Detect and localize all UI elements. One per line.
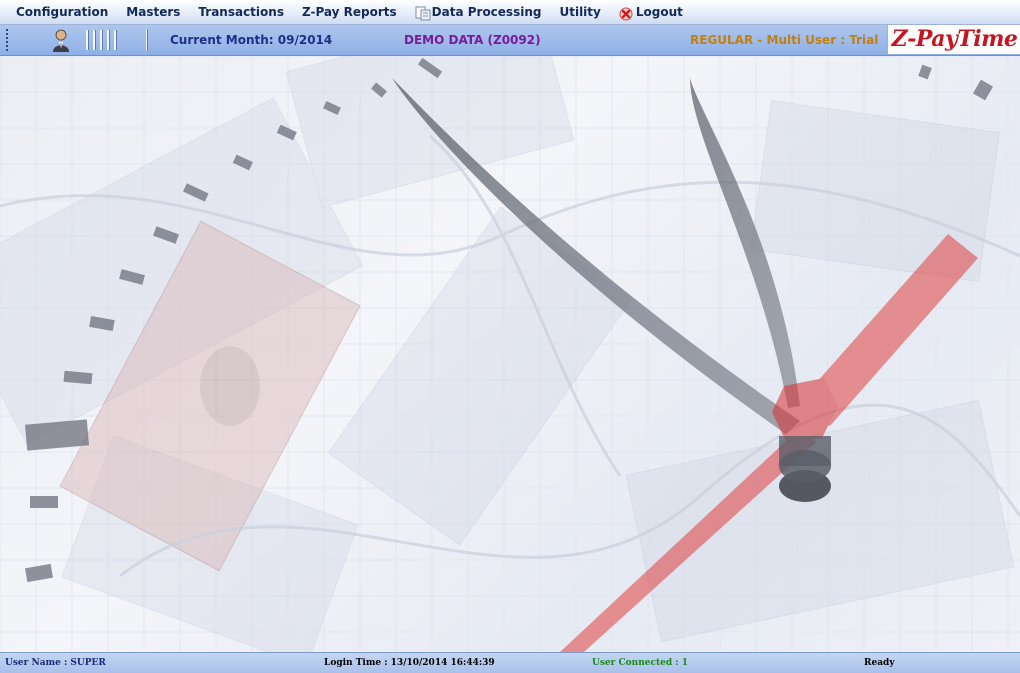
- menu-logout-label: Logout: [635, 5, 683, 19]
- menu-transactions-label: Transactions: [198, 5, 284, 19]
- brand-logo: Z-PayTime: [887, 25, 1020, 54]
- current-month-label: Current Month: 09/2014: [170, 33, 333, 47]
- user-avatar-icon[interactable]: [50, 28, 72, 52]
- menu-z-pay-reports[interactable]: Z-Pay Reports: [293, 0, 406, 24]
- status-ready: Ready: [864, 658, 895, 668]
- info-bar: Current Month: 09/2014 DEMO DATA (Z0092)…: [0, 25, 1020, 56]
- status-user-connected: User Connected : 1: [592, 658, 689, 668]
- main-background: [0, 56, 1020, 652]
- status-user-name: User Name : SUPER: [5, 658, 106, 668]
- menu-data-processing-label: Data Processing: [431, 5, 542, 19]
- status-login-time: Login Time : 13/10/2014 16:44:39: [324, 658, 495, 668]
- toolbar-separator: [146, 29, 148, 51]
- clock-money-illustration: [0, 56, 1020, 652]
- data-processing-icon: [415, 5, 431, 21]
- menu-utility[interactable]: Utility: [550, 0, 609, 24]
- menu-configuration-label: Configuration: [16, 5, 109, 19]
- menu-masters-label: Masters: [126, 5, 181, 19]
- logout-x-icon: [619, 5, 633, 21]
- menu-transactions[interactable]: Transactions: [189, 0, 293, 24]
- menu-masters[interactable]: Masters: [117, 0, 189, 24]
- menu-data-processing[interactable]: Data Processing: [406, 0, 551, 24]
- menu-configuration[interactable]: Configuration: [0, 0, 117, 24]
- menu-z-pay-reports-label: Z-Pay Reports: [301, 5, 397, 19]
- license-label: REGULAR - Multi User : Trial: [690, 33, 879, 47]
- toolbar-separator-bars: [86, 30, 117, 50]
- demo-data-label: DEMO DATA (Z0092): [404, 33, 541, 47]
- menu-logout[interactable]: Logout: [610, 0, 692, 24]
- menu-utility-label: Utility: [559, 5, 601, 19]
- menu-bar: Configuration Masters Transactions Z-Pay…: [0, 0, 1020, 25]
- toolbar-grip[interactable]: [6, 29, 10, 51]
- status-bar: User Name : SUPER Login Time : 13/10/201…: [0, 652, 1020, 673]
